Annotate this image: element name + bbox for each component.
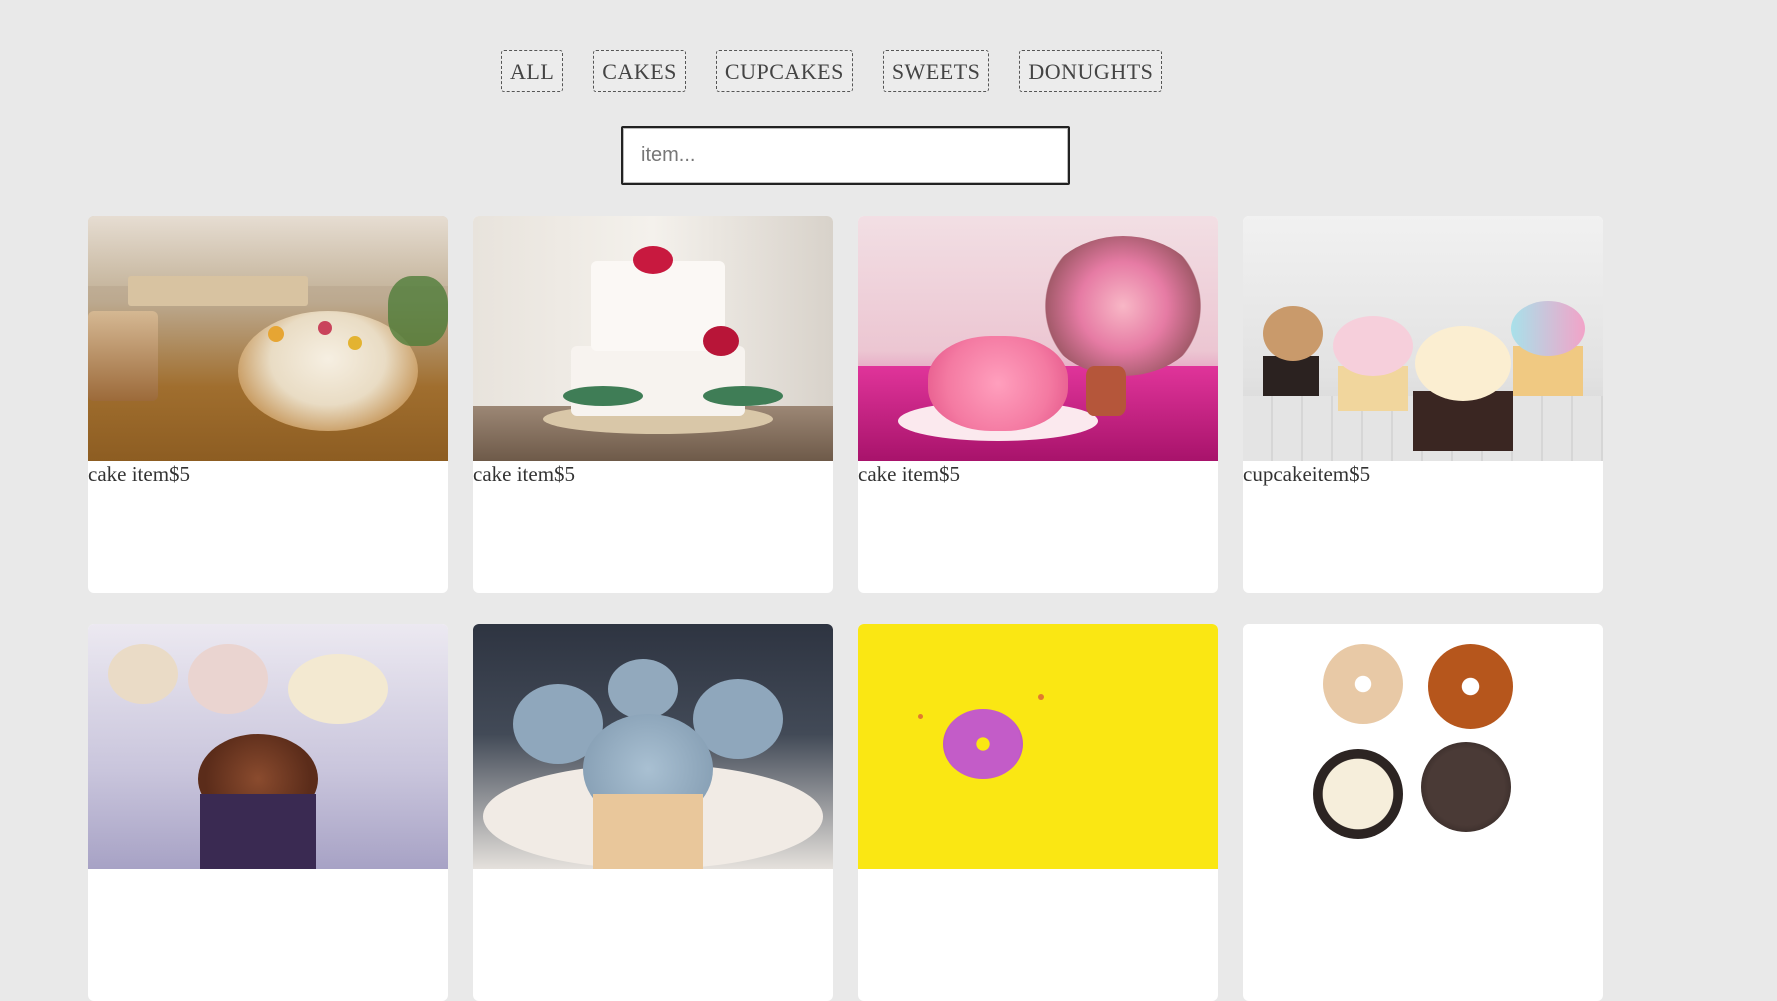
pink-rosette-cake-image xyxy=(858,216,1218,461)
search-box xyxy=(621,126,1070,185)
filter-donuts-button[interactable]: DONUGHTS xyxy=(1019,50,1163,92)
product-card[interactable] xyxy=(473,624,833,1001)
product-card[interactable] xyxy=(88,624,448,1001)
product-label: cupcakeitem$5 xyxy=(1243,462,1371,486)
product-label: cake item$5 xyxy=(473,462,576,486)
filter-all-button[interactable]: ALL xyxy=(501,50,564,92)
filter-cakes-button[interactable]: CAKES xyxy=(593,50,686,92)
product-card[interactable]: cake item$5 xyxy=(88,216,448,593)
product-label: cake item$5 xyxy=(858,462,961,486)
search-input[interactable] xyxy=(623,128,1068,183)
assorted-cupcakes-image xyxy=(1243,216,1603,461)
two-tier-cake-image xyxy=(473,216,833,461)
filter-cupcakes-button[interactable]: CUPCAKES xyxy=(715,50,853,92)
pink-donut-image xyxy=(858,624,1218,869)
naked-cake-image xyxy=(88,216,448,461)
filter-sweets-button[interactable]: SWEETS xyxy=(882,50,990,92)
product-grid: cake item$5 cake item$5 cake item$5 cupc… xyxy=(88,216,1603,1001)
product-card[interactable]: cake item$5 xyxy=(473,216,833,593)
product-card[interactable] xyxy=(858,624,1218,1001)
blue-cupcakes-image xyxy=(473,624,833,869)
product-card[interactable]: cake item$5 xyxy=(858,216,1218,593)
chocolate-cupcakes-image xyxy=(88,624,448,869)
product-label: cake item$5 xyxy=(88,462,191,486)
product-card[interactable]: cupcakeitem$5 xyxy=(1243,216,1603,593)
four-donuts-image xyxy=(1243,624,1603,869)
category-filter-bar: ALL CAKES CUPCAKES SWEETS DONUGHTS xyxy=(501,50,1163,92)
product-card[interactable] xyxy=(1243,624,1603,1001)
